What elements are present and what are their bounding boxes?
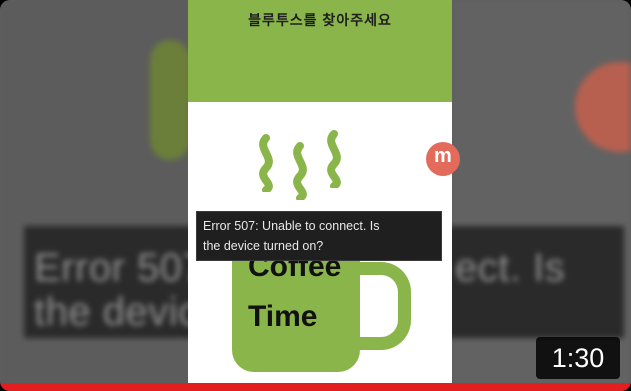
logo-letter: m (434, 145, 452, 167)
phone-screen: 블루투스를 찾아주세요 Coffee Time (188, 0, 452, 391)
duration-badge: 1:30 (536, 337, 620, 379)
watch-progress-bar (0, 383, 631, 391)
mug-word-time: Time (248, 300, 318, 333)
mug-handle (354, 262, 411, 350)
error-text-line2: the device turned on? (203, 239, 324, 253)
error-text-line1: Error 507: Unable to connect. Is (203, 219, 380, 233)
background-text-row1-right: ect. Is (455, 246, 566, 290)
background-steam-shape (150, 40, 190, 160)
error-toast: Error 507: Unable to connect. Is the dev… (196, 211, 442, 261)
app-title: 블루투스를 찾아주세요 (248, 12, 392, 28)
background-text-row1-left: Error 507 (34, 246, 206, 290)
video-thumbnail[interactable]: Error 507 ect. Is the devic 블루투스를 찾아주세요 … (0, 0, 631, 391)
background-text-row2-left: the devic (34, 290, 199, 334)
app-header: 블루투스를 찾아주세요 (188, 0, 452, 102)
watch-progress-fill (0, 383, 631, 391)
